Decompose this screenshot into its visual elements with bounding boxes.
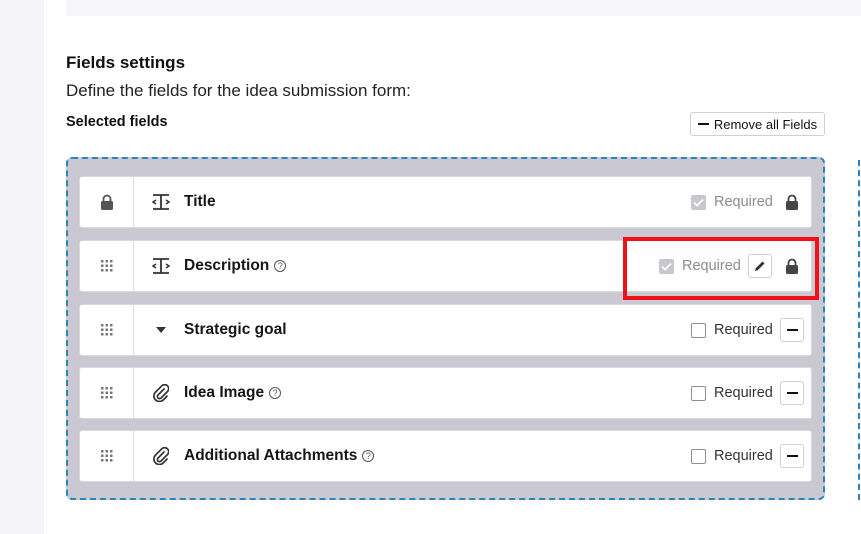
remove-field-button[interactable] (780, 444, 804, 468)
required-label: Required (714, 194, 773, 210)
remove-field-button[interactable] (780, 381, 804, 405)
drag-handle-icon (100, 387, 112, 399)
field-name: Title (184, 193, 216, 210)
minus-icon (697, 123, 709, 125)
required-label: Required (714, 385, 773, 401)
required-checkbox[interactable] (691, 385, 706, 401)
section-title: Fields settings (66, 53, 186, 72)
minus-icon (786, 455, 798, 457)
remove-field-button[interactable] (780, 318, 804, 342)
highlight-annotation (623, 237, 819, 300)
field-row-idea-image[interactable]: Idea Image ? Required (79, 367, 812, 419)
drag-handle-icon (100, 324, 112, 336)
text-field-icon (151, 192, 171, 212)
help-icon[interactable]: ? (269, 387, 282, 399)
selected-fields-label: Selected fields (66, 114, 168, 130)
minus-icon (786, 329, 798, 331)
required-checkbox (691, 194, 706, 210)
required-label: Required (714, 322, 773, 338)
field-name: Description ? (184, 257, 287, 275)
paperclip-icon (151, 383, 171, 403)
help-icon[interactable]: ? (274, 260, 287, 272)
field-name: Strategic goal (184, 321, 287, 338)
field-name: Additional Attachments ? (184, 447, 375, 465)
remove-all-fields-button[interactable]: Remove all Fields (690, 112, 825, 136)
drag-handle[interactable] (80, 431, 134, 481)
remove-all-fields-label: Remove all Fields (713, 116, 818, 132)
field-row-strategic-goal[interactable]: Strategic goal Required (79, 304, 812, 356)
lock-icon (786, 194, 798, 210)
required-toggle[interactable]: Required (691, 385, 773, 401)
required-toggle: Required (691, 194, 773, 210)
field-row-title: Title Required (79, 176, 812, 228)
required-label: Required (714, 448, 773, 464)
required-checkbox[interactable] (691, 322, 706, 338)
row-handle-cell (80, 177, 134, 227)
drag-handle-icon (100, 450, 112, 462)
lock-icon (100, 194, 113, 210)
field-row-additional-attachments[interactable]: Additional Attachments ? Required (79, 430, 812, 482)
field-name: Idea Image ? (184, 384, 282, 402)
section-description: Define the fields for the idea submissio… (66, 81, 411, 100)
required-checkbox[interactable] (691, 448, 706, 464)
drag-handle-icon (100, 260, 112, 272)
drag-handle[interactable] (80, 241, 134, 291)
help-icon[interactable]: ? (362, 450, 375, 462)
available-fields-dropzone-edge (858, 160, 860, 500)
minus-icon (786, 392, 798, 394)
paperclip-icon (151, 446, 171, 466)
drag-handle[interactable] (80, 368, 134, 418)
required-toggle[interactable]: Required (691, 448, 773, 464)
top-divider-strip (66, 0, 861, 16)
required-toggle[interactable]: Required (691, 322, 773, 338)
text-field-icon (151, 256, 171, 276)
drag-handle[interactable] (80, 305, 134, 355)
dropdown-caret-icon (151, 320, 171, 340)
